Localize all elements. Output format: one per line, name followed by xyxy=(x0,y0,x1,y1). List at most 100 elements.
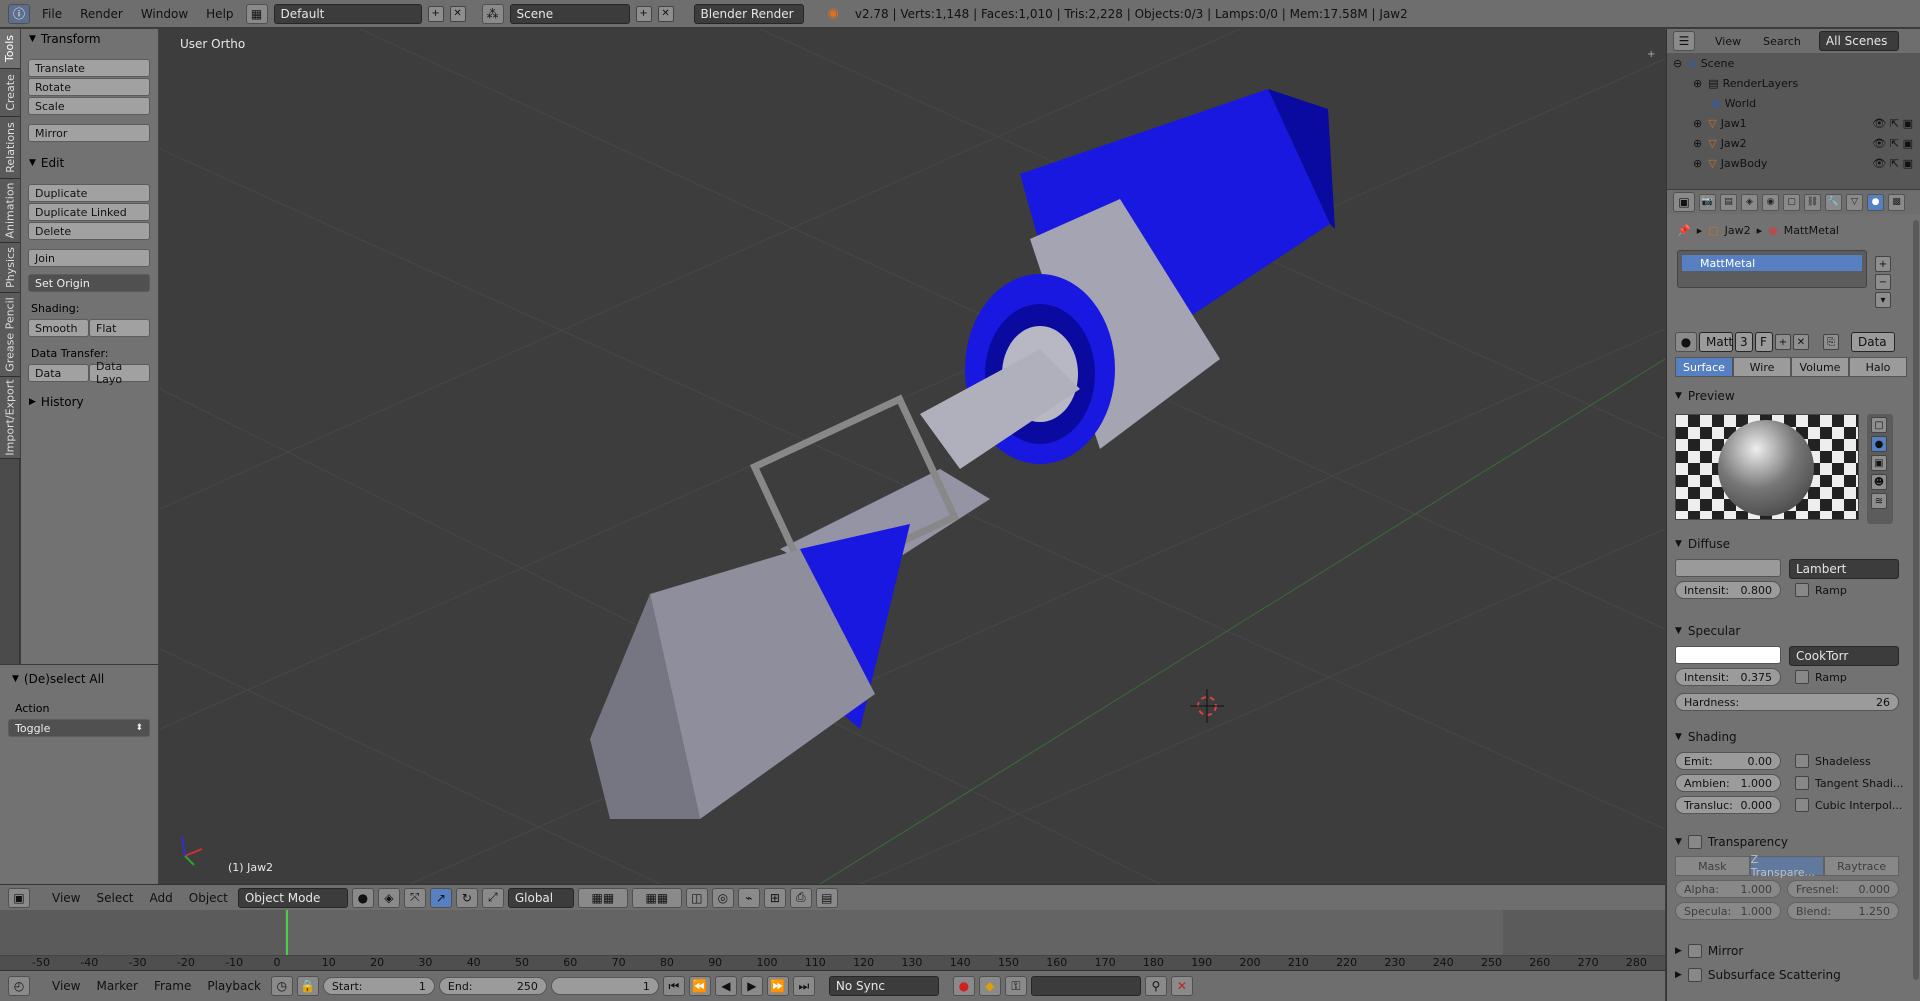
diffuse-ramp-checkbox[interactable] xyxy=(1795,583,1809,597)
keying-icon[interactable]: ◆ xyxy=(978,976,1001,996)
menu-help[interactable]: Help xyxy=(200,4,239,24)
material-tab-icon[interactable]: ● xyxy=(1867,193,1884,211)
specular-color-swatch[interactable] xyxy=(1675,646,1781,664)
lock-icon[interactable]: 🔒 xyxy=(296,976,319,996)
menu-window[interactable]: Window xyxy=(135,4,194,24)
specular-panel-header[interactable]: ▼ Specular xyxy=(1675,622,1740,640)
link-select[interactable]: Data xyxy=(1851,332,1895,352)
constraints-tab-icon[interactable]: ⛓ xyxy=(1804,193,1821,211)
editor-type-icon[interactable]: ▣ xyxy=(8,887,30,908)
sss-checkbox[interactable] xyxy=(1687,968,1702,982)
join-button[interactable]: Join xyxy=(28,249,150,267)
pivot-icon[interactable]: ◈ xyxy=(377,887,400,908)
specular-shader-select[interactable]: CookTorr xyxy=(1789,646,1899,666)
specular-intensity-field[interactable]: Intensit: 0.375 xyxy=(1675,668,1781,686)
play-reverse-icon[interactable]: ◀ xyxy=(714,976,737,996)
edit-panel-header[interactable]: ▼ Edit xyxy=(21,153,64,173)
blend-field[interactable]: Blend: 1.250 xyxy=(1787,902,1899,920)
render-engine-select[interactable]: Blender Render xyxy=(693,3,804,24)
data-tab-icon[interactable]: ▽ xyxy=(1846,193,1863,211)
preview-monkey-icon[interactable]: ☻ xyxy=(1871,474,1887,490)
action-dropdown[interactable]: Toggle ⬍ xyxy=(8,719,150,737)
frame-ruler[interactable]: -50 -40 -30 -20 -10 0 10 20 30 40 50 60 70 80 90 100 110… xyxy=(0,955,1665,970)
lock-layers-icon[interactable]: ◫ xyxy=(685,887,708,908)
new-material-icon[interactable]: + xyxy=(1775,334,1791,350)
material-name[interactable]: Matt xyxy=(1699,332,1733,352)
record-icon[interactable]: ● xyxy=(952,976,975,996)
diffuse-intensity-field[interactable]: Intensit: 0.800 xyxy=(1675,581,1781,599)
shadeless-checkbox[interactable] xyxy=(1795,754,1809,768)
mode-select[interactable]: Object Mode xyxy=(237,887,348,908)
data-layout-button[interactable]: Data Layo xyxy=(89,360,150,386)
emit-field[interactable]: Emit: 0.00 xyxy=(1675,752,1781,770)
mirror-panel-header[interactable]: ▶ Mirror xyxy=(1675,942,1743,960)
properties-editor-icon[interactable]: ▣ xyxy=(1673,192,1695,212)
prev-key-icon[interactable]: ⏪ xyxy=(688,976,711,996)
flat-button[interactable]: Flat xyxy=(89,319,150,337)
jump-start-icon[interactable]: ⏮ xyxy=(662,976,685,996)
smooth-button[interactable]: Smooth xyxy=(28,319,89,337)
layout-grid-icon[interactable]: ▦ xyxy=(245,3,268,24)
play-icon[interactable]: ▶ xyxy=(740,976,763,996)
material-slot-item[interactable]: MattMetal xyxy=(1682,255,1862,271)
timeline-area[interactable] xyxy=(0,910,1665,970)
menu-object[interactable]: Object xyxy=(183,888,234,908)
cubic-interpolation-checkbox[interactable] xyxy=(1795,798,1809,812)
hardness-field[interactable]: Hardness: 26 xyxy=(1675,693,1899,711)
mirror-button[interactable]: Mirror xyxy=(28,124,150,142)
tab-import-export[interactable]: Import/Export xyxy=(0,377,20,459)
outliner-editor-icon[interactable]: ☰ xyxy=(1673,31,1695,51)
diffuse-shader-select[interactable]: Lambert xyxy=(1789,559,1899,579)
preview-plane-icon[interactable]: ▢ xyxy=(1871,417,1887,433)
tab-grease-pencil[interactable]: Grease Pencil xyxy=(0,293,20,377)
material-users[interactable]: 3 xyxy=(1735,332,1753,352)
manipulator-icon[interactable]: ⤧ xyxy=(403,887,426,908)
duplicate-button[interactable]: Duplicate xyxy=(28,184,150,202)
preview-range-icon[interactable]: ◷ xyxy=(270,976,293,996)
menu-select[interactable]: Select xyxy=(90,888,139,908)
3d-cursor-icon[interactable] xyxy=(1190,689,1224,723)
next-key-icon[interactable]: ⏩ xyxy=(766,976,789,996)
mask-button[interactable]: Mask xyxy=(1675,856,1750,876)
tab-physics[interactable]: Physics xyxy=(0,243,20,293)
outliner-item-renderlayers[interactable]: ⊕ ▤ RenderLayers xyxy=(1667,73,1920,93)
viewport-split-icon[interactable]: + xyxy=(1647,49,1657,60)
preview-hair-icon[interactable]: ≋ xyxy=(1871,493,1887,509)
diffuse-color-swatch[interactable] xyxy=(1675,559,1781,577)
object-tab-icon[interactable]: ▢ xyxy=(1783,193,1800,211)
shading-panel-header[interactable]: ▼ Shading xyxy=(1675,728,1737,746)
end-frame-field[interactable]: End: 250 xyxy=(438,977,547,995)
jump-end-icon[interactable]: ⏭ xyxy=(792,976,815,996)
alpha-field[interactable]: Alpha: 1.000 xyxy=(1675,880,1781,898)
menu-add[interactable]: Add xyxy=(144,888,179,908)
tab-tools[interactable]: Tools xyxy=(0,29,20,69)
set-origin-dropdown[interactable]: Set Origin xyxy=(28,274,150,292)
outliner-item-scene[interactable]: ⊖ ◈ Scene xyxy=(1667,53,1920,73)
fresnel-field[interactable]: Fresnel: 0.000 xyxy=(1787,880,1899,898)
menu-file[interactable]: File xyxy=(36,4,68,24)
menu-tl-view[interactable]: View xyxy=(46,976,86,996)
delete-key-icon[interactable]: ✕ xyxy=(1170,976,1193,996)
outliner-item-world[interactable]: ◉ World xyxy=(1667,93,1920,113)
slot-menu-icon[interactable]: ▾ xyxy=(1875,292,1891,308)
outliner-menu-view[interactable]: View xyxy=(1715,35,1741,48)
tab-create[interactable]: Create xyxy=(0,69,20,117)
world-tab-icon[interactable]: ◉ xyxy=(1762,193,1779,211)
render-anim-icon[interactable]: ▤ xyxy=(815,887,838,908)
menu-playback[interactable]: Playback xyxy=(201,976,267,996)
rotate-button[interactable]: Rotate xyxy=(28,78,150,96)
info-editor-icon[interactable]: ⓘ xyxy=(8,3,30,24)
render-icon[interactable]: ⎙ xyxy=(789,887,812,908)
outliner-filter-select[interactable]: All Scenes xyxy=(1818,31,1899,51)
copy-material-icon[interactable]: ⎘ xyxy=(1823,334,1839,350)
layers-icon[interactable]: ▦▦ xyxy=(577,887,628,908)
material-browse-icon[interactable]: ● xyxy=(1675,332,1697,352)
menu-view[interactable]: View xyxy=(46,888,86,908)
z-transparency-button[interactable]: Z Transpare... xyxy=(1749,853,1825,879)
add-scene-icon[interactable]: + xyxy=(635,5,652,22)
raytrace-button[interactable]: Raytrace xyxy=(1824,856,1900,876)
visibility-icon[interactable]: 👁 ⇱ ▣ xyxy=(1872,157,1913,170)
visibility-icon[interactable]: 👁 ⇱ ▣ xyxy=(1872,137,1913,150)
preview-sphere-icon[interactable]: ● xyxy=(1871,436,1887,452)
start-frame-field[interactable]: Start: 1 xyxy=(322,977,435,995)
